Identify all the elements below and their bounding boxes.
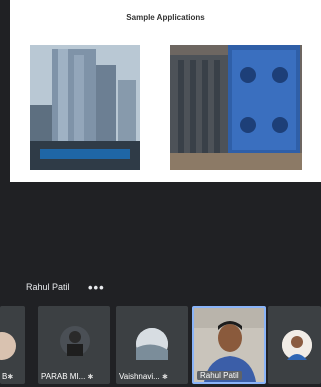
- participant-label: Vaishnavi... ✱: [119, 372, 168, 381]
- meeting-background: [0, 182, 321, 272]
- avatar: [60, 326, 90, 356]
- participant-label: Rahul Patil: [197, 371, 261, 380]
- participant-video-tile[interactable]: Rahul Patil: [192, 306, 266, 384]
- participant-tile[interactable]: PARAB MI... ✱: [38, 306, 110, 384]
- active-speaker-name: Rahul Patil: [26, 282, 70, 292]
- participant-tile[interactable]: B✱: [0, 306, 25, 384]
- avatar: [136, 328, 168, 360]
- mic-muted-icon: ✱: [162, 374, 168, 381]
- participant-label: PARAB MI... ✱: [41, 372, 94, 381]
- mic-muted-icon: ✱: [7, 374, 14, 381]
- mic-muted-icon: ✱: [87, 374, 94, 381]
- building-photo: [30, 45, 140, 170]
- participant-label: B✱: [2, 372, 14, 381]
- heat-exchanger-photo: [170, 45, 302, 170]
- shared-screen-slide: Sample Applications: [10, 0, 321, 182]
- avatar: [0, 332, 16, 360]
- avatar: [282, 330, 312, 360]
- participant-tile[interactable]: Vaishnavi... ✱: [116, 306, 188, 384]
- slide-title: Sample Applications: [126, 13, 205, 22]
- more-horizontal-icon[interactable]: •••: [88, 280, 105, 295]
- participant-tile[interactable]: [268, 306, 321, 384]
